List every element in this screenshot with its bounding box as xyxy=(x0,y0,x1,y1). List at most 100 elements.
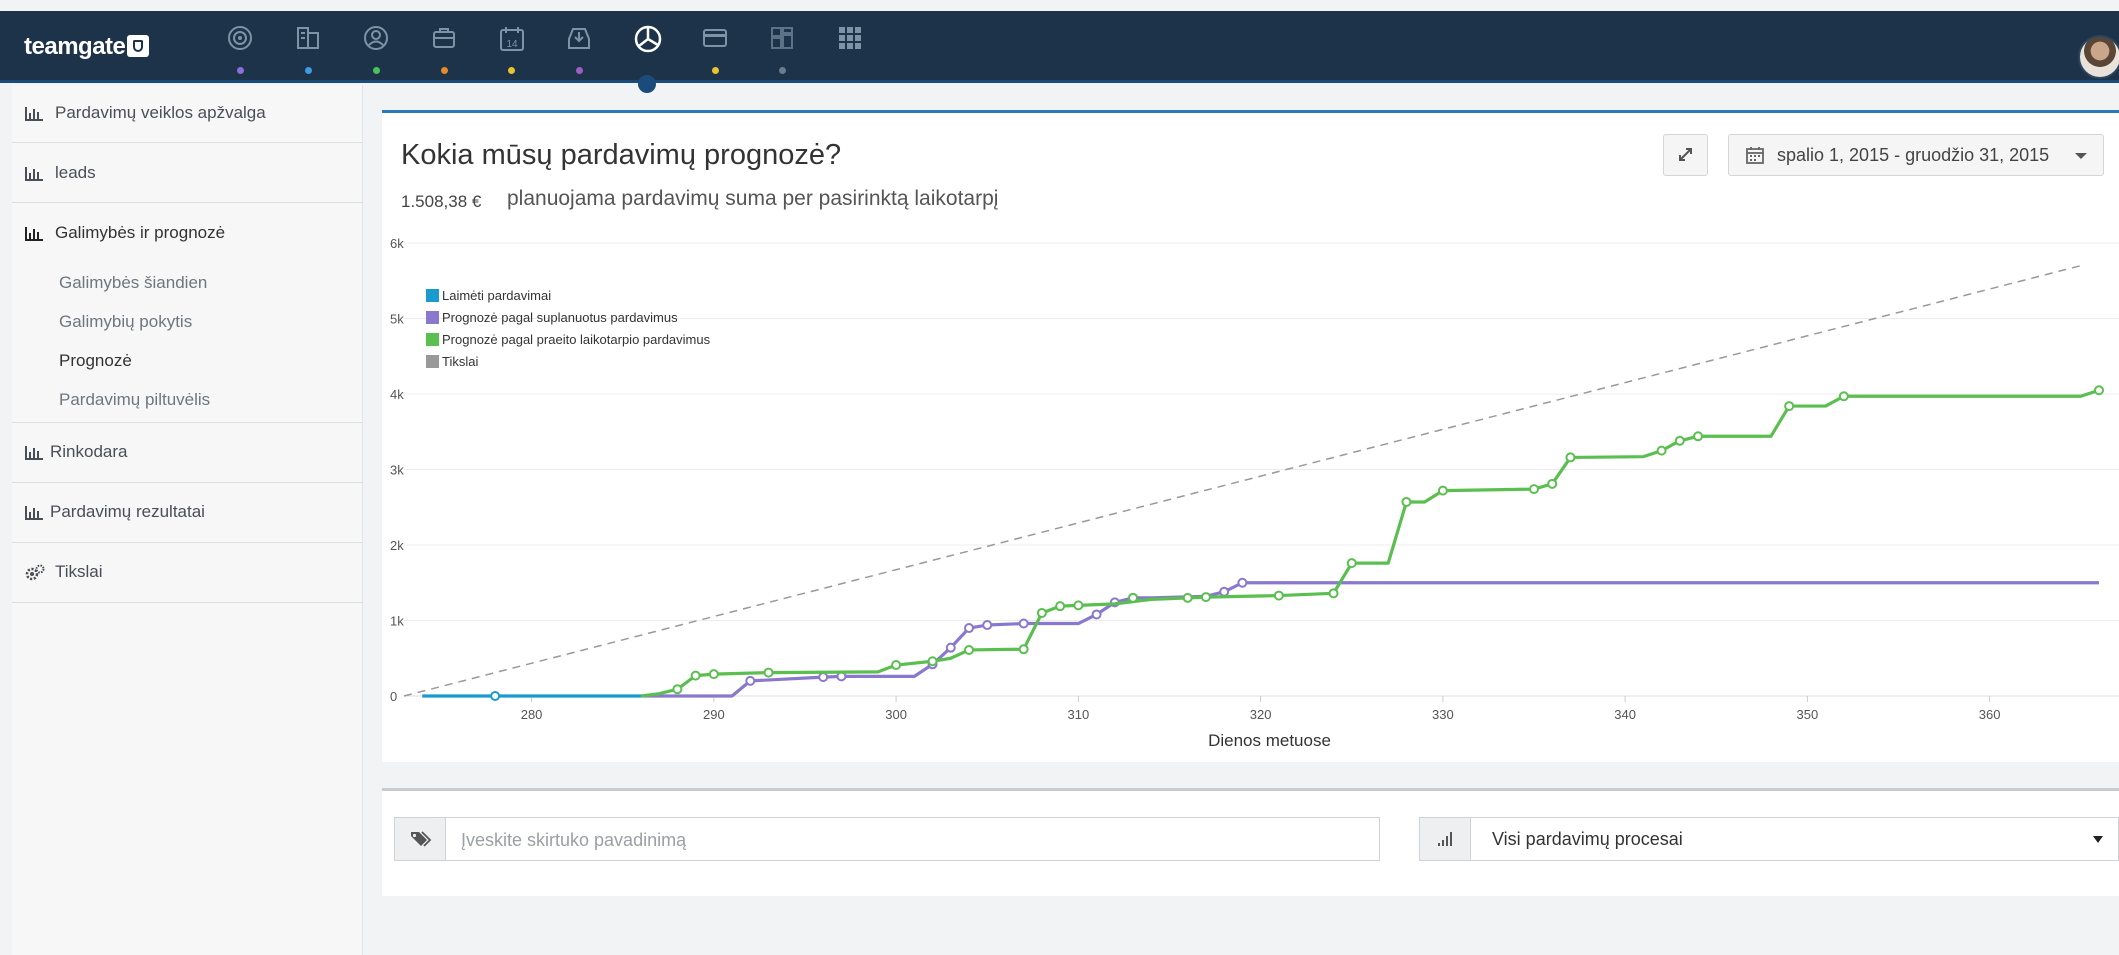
legend-label: Prognozė pagal suplanuotus pardavimus xyxy=(442,310,678,325)
nav-briefcase-icon[interactable] xyxy=(424,19,464,77)
nav-target-icon[interactable] xyxy=(220,19,260,77)
nav-apps-grid-icon[interactable] xyxy=(830,19,870,77)
nav-chart-pie-icon[interactable] xyxy=(627,19,667,77)
nav-credit-card-icon[interactable] xyxy=(695,19,735,77)
data-point xyxy=(1674,435,1685,446)
x-axis-label: Dienos metuose xyxy=(1208,731,1331,750)
x-tick-label: 280 xyxy=(521,707,543,722)
tab-name-input[interactable] xyxy=(459,818,1363,862)
active-nav-indicator xyxy=(638,75,656,93)
sidebar-subitem-opportunities-change[interactable]: Galimybių pokytis xyxy=(59,312,192,332)
logo-badge-icon xyxy=(127,35,150,57)
sidebar-item-leads[interactable]: leads xyxy=(12,142,362,203)
tab-name-field xyxy=(394,817,1380,862)
data-point xyxy=(964,623,974,634)
bar-chart-icon xyxy=(25,446,43,460)
sales-process-select[interactable]: Visi pardavimų procesai xyxy=(1419,817,2119,861)
nav-dot xyxy=(441,67,448,74)
data-point xyxy=(1328,588,1339,599)
bar-chart-icon xyxy=(25,227,43,241)
data-point xyxy=(1784,401,1795,412)
data-point xyxy=(1036,607,1047,618)
legend-swatch xyxy=(426,289,439,302)
data-point xyxy=(964,644,974,655)
svg-text:14: 14 xyxy=(506,39,518,50)
nav-dashboard-icon[interactable] xyxy=(762,19,802,77)
sidebar-item-marketing[interactable]: Rinkodara xyxy=(12,422,362,483)
data-point xyxy=(1219,586,1230,597)
bar-chart-icon xyxy=(25,506,43,520)
legend-swatch xyxy=(426,311,439,324)
x-tick-label: 350 xyxy=(1797,707,1819,722)
data-point xyxy=(1237,577,1248,588)
nav-dot xyxy=(373,67,380,74)
data-point xyxy=(672,684,683,695)
data-point xyxy=(1346,558,1357,569)
sidebar-item-label: Tikslai xyxy=(55,562,103,581)
sales-process-selected: Visi pardavimų procesai xyxy=(1492,829,1683,849)
data-point xyxy=(1693,431,1704,442)
data-point xyxy=(490,691,501,701)
sidebar-subitem-forecast[interactable]: Prognozė xyxy=(59,351,132,371)
signal-addon xyxy=(1420,818,1471,860)
data-point xyxy=(745,675,756,686)
data-point xyxy=(945,642,956,653)
nav-contacts-icon[interactable] xyxy=(356,19,396,77)
sidebar-subitem-sales-funnel[interactable]: Pardavimų piltuvėlis xyxy=(59,390,210,410)
nav-calendar-icon[interactable]: 14 xyxy=(491,19,531,77)
teamgate-logo[interactable]: teamgate xyxy=(24,33,150,61)
forecast-chart: 0 1k 2k 3k 4k 5k 6k 280 290 300 310 320 330 340 350 360… xyxy=(390,236,2119,750)
legend-label: Prognozė pagal praeito laikotarpio parda… xyxy=(442,332,711,347)
data-point xyxy=(1182,592,1193,603)
nav-dot xyxy=(237,67,244,74)
nav-dot xyxy=(576,67,583,74)
x-tick-label: 300 xyxy=(885,707,907,722)
forecast-panel: Kokia mūsų pardavimų prognozė? 1.508,38 … xyxy=(382,110,2119,762)
user-avatar[interactable] xyxy=(2078,35,2119,79)
sidebar-item-label: Galimybės ir prognozė xyxy=(55,223,226,242)
tags-icon xyxy=(411,831,432,847)
x-tick-label: 290 xyxy=(703,707,725,722)
x-tick-label: 310 xyxy=(1068,707,1090,722)
signal-bars-icon xyxy=(1438,832,1452,846)
x-tick-label: 360 xyxy=(1979,707,2001,722)
nav-dot xyxy=(305,67,312,74)
sidebar-item-sales-results[interactable]: Pardavimų rezultatai xyxy=(12,482,362,543)
logo-text: teamgate xyxy=(24,33,126,60)
x-tick-label: 320 xyxy=(1250,707,1272,722)
y-tick-label: 4k xyxy=(390,387,404,402)
data-point xyxy=(1128,592,1139,603)
data-point xyxy=(982,620,993,631)
nav-dot xyxy=(712,67,719,74)
sidebar-subitem-opportunities-today[interactable]: Galimybės šiandien xyxy=(59,273,207,293)
tag-addon xyxy=(395,818,446,860)
bar-chart-icon xyxy=(25,167,43,181)
sidebar-item-opportunities-forecast[interactable]: Galimybės ir prognozė Galimybės šiandien… xyxy=(12,202,362,423)
nav-inbox-icon[interactable] xyxy=(559,19,599,77)
data-point xyxy=(1838,391,1849,402)
data-point xyxy=(1018,618,1029,629)
sidebar-item-goals[interactable]: Tikslai xyxy=(12,542,362,603)
y-tick-label: 6k xyxy=(390,236,404,251)
nav-building-icon[interactable] xyxy=(288,19,328,77)
legend-swatch xyxy=(426,333,439,346)
data-point xyxy=(927,656,938,667)
sidebar-item-label: Pardavimų veiklos apžvalga xyxy=(55,103,266,122)
data-point xyxy=(1529,484,1539,495)
data-point xyxy=(1273,590,1284,601)
data-point xyxy=(1091,609,1102,620)
y-tick-label: 0 xyxy=(390,689,397,704)
nav-dot xyxy=(779,67,786,74)
sidebar-item-label: leads xyxy=(55,163,96,182)
data-point xyxy=(1073,600,1084,611)
gears-icon xyxy=(25,564,45,581)
data-point xyxy=(708,669,719,680)
sidebar-item-label: Rinkodara xyxy=(50,442,128,461)
nav-dot xyxy=(508,67,515,74)
data-point xyxy=(690,670,701,681)
sidebar: Pardavimų veiklos apžvalga leads Galimyb… xyxy=(12,85,363,955)
x-tick-label: 330 xyxy=(1432,707,1454,722)
data-point xyxy=(1656,445,1667,456)
sidebar-item-activity-overview[interactable]: Pardavimų veiklos apžvalga xyxy=(12,85,362,143)
bar-chart-icon xyxy=(25,107,43,121)
